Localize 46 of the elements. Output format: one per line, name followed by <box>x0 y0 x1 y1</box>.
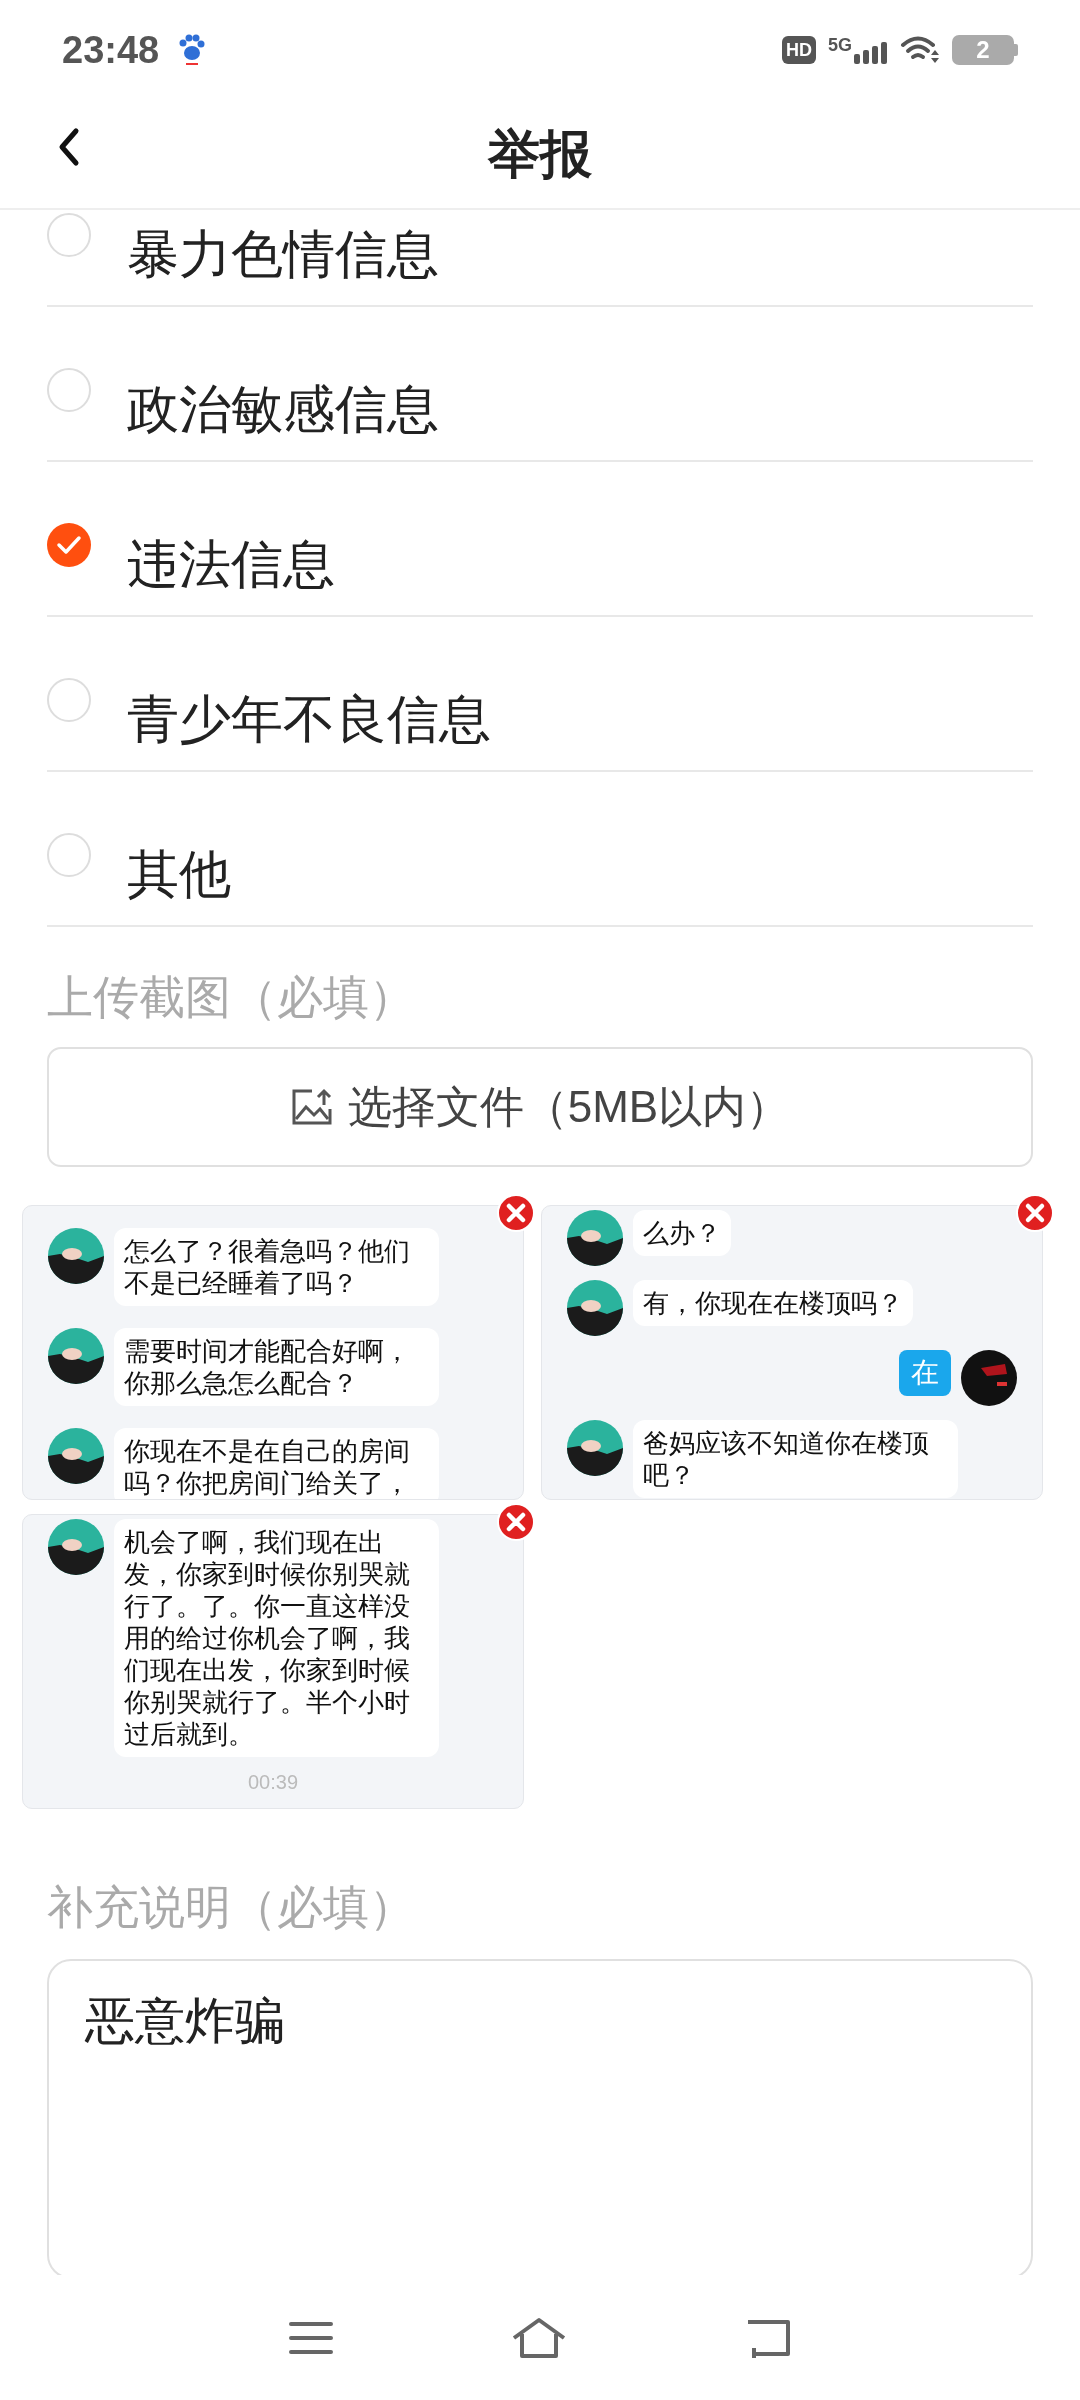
screenshot-thumbnail[interactable]: 怎么了？很着急吗？他们不是已经睡着了吗？ 需要时间才能配合好啊，你那么急怎么配合？ 你现在不是在自己的房间吗？你把房间门给关了， <box>22 1205 524 1500</box>
back-icon[interactable] <box>58 127 80 167</box>
screenshot-thumbnail[interactable]: 么办？ 有，你现在在楼顶吗？ 在 爸妈应该不知道你在楼顶吧？ <box>541 1205 1043 1500</box>
radio-button[interactable] <box>47 833 91 877</box>
option-label: 青少年不良信息 <box>127 689 491 749</box>
chat-bubble: 么办？ <box>633 1210 731 1256</box>
battery-indicator: 2 <box>952 35 1014 65</box>
chat-bubble: 需要时间才能配合好啊，你那么急怎么配合？ <box>114 1328 439 1406</box>
close-icon[interactable] <box>496 1193 536 1233</box>
avatar <box>961 1350 1017 1406</box>
screenshot-thumbnail[interactable]: 机会了啊，我们现在出发，你家到时候你别哭就行了。了。你一直这样没用的给过你机会了啊，我们现在出发，你家到时候你别哭就行了。半个小时过后就到。 00:39 <box>22 1514 524 1809</box>
menu-icon[interactable] <box>288 2319 334 2356</box>
avatar <box>48 1428 104 1484</box>
chat-bubble: 机会了啊，我们现在出发，你家到时候你别哭就行了。了。你一直这样没用的给过你机会了啊，我们现在出发，你家到时候你别哭就行了。半个小时过后就到。 <box>114 1519 439 1757</box>
chat-bubble: 爸妈应该不知道你在楼顶吧？ <box>633 1420 958 1498</box>
chat-bubble: 怎么了？很着急吗？他们不是已经睡着了吗？ <box>114 1228 439 1306</box>
radio-button[interactable] <box>47 368 91 412</box>
network-label: 5G <box>828 36 852 54</box>
home-icon[interactable] <box>510 2315 568 2360</box>
radio-button[interactable] <box>47 213 91 257</box>
avatar <box>567 1280 623 1336</box>
avatar <box>48 1519 104 1575</box>
radio-button[interactable] <box>47 523 91 567</box>
close-icon[interactable] <box>496 1502 536 1542</box>
section-label: 补充说明（必填） <box>47 1880 416 1935</box>
avatar <box>567 1420 623 1476</box>
option-label: 暴力色情信息 <box>127 224 439 284</box>
chat-bubble: 你现在不是在自己的房间吗？你把房间门给关了， <box>114 1428 439 1499</box>
option-label: 政治敏感信息 <box>127 379 439 439</box>
status-time: 23:48 <box>62 27 160 73</box>
chat-bubble: 有，你现在在楼顶吗？ <box>633 1280 913 1326</box>
page-title: 举报 <box>488 124 592 185</box>
section-label: 上传截图（必填） <box>47 970 416 1025</box>
avatar <box>48 1228 104 1284</box>
paw-icon <box>177 33 206 67</box>
hd-badge: HD <box>782 36 816 64</box>
choose-file-button[interactable]: 选择文件（5MB以内） <box>47 1047 1033 1167</box>
avatar <box>48 1328 104 1384</box>
option-label: 其他 <box>127 844 231 904</box>
avatar <box>567 1210 623 1266</box>
option-label: 违法信息 <box>127 534 335 594</box>
chat-bubble: 在 <box>899 1350 951 1396</box>
wifi-icon <box>900 35 940 65</box>
close-icon[interactable] <box>1015 1193 1055 1233</box>
chat-time: 00:39 <box>246 1770 300 1795</box>
radio-button[interactable] <box>47 678 91 722</box>
